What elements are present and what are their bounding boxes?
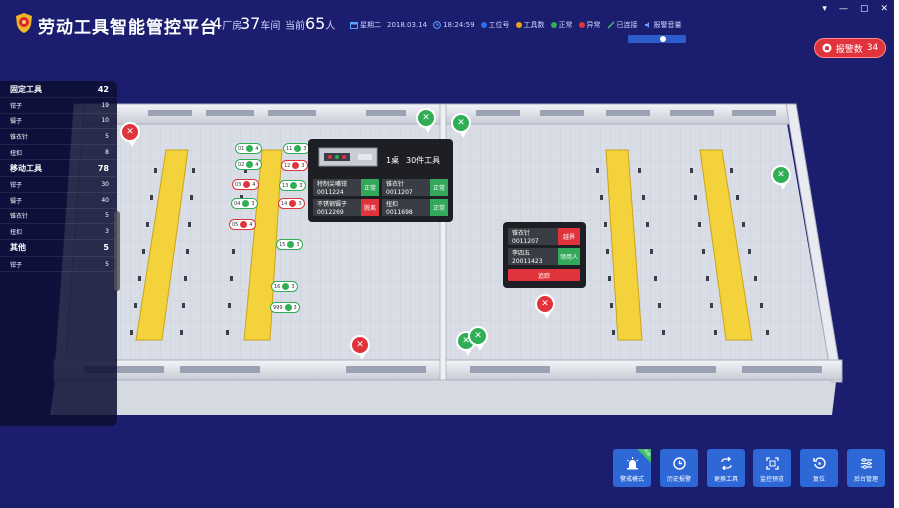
list-item[interactable]: 扭扣 8 (0, 145, 117, 161)
wrench-pin-icon[interactable]: ✕ (535, 294, 555, 319)
wrench-pin-icon[interactable]: ✕ (350, 335, 370, 360)
legend-normal: 正常 (550, 20, 573, 30)
alarm-count-button[interactable]: 报警数 34 (815, 39, 885, 57)
monitor-preview-button[interactable]: 监控预览 (753, 449, 791, 487)
volume-knob[interactable] (660, 36, 666, 42)
front-wall (53, 359, 843, 381)
alert-mode-button[interactable]: 开启 警戒模式 (613, 448, 652, 487)
close-button[interactable]: ✕ (880, 4, 888, 14)
reset-icon (812, 457, 826, 469)
station-badge[interactable]: 15 3 (276, 239, 303, 250)
link-icon (607, 21, 615, 29)
bell-icon (822, 43, 832, 53)
list-item[interactable]: 钳子 5 (0, 257, 117, 273)
connection-status: 已连接 (607, 20, 638, 30)
wrench-pin-icon[interactable]: ✕ (120, 122, 140, 147)
menu-button[interactable]: ▾ (822, 4, 827, 14)
window-controls: ▾ — ▢ ✕ (822, 4, 888, 14)
status-badge: 领用人 (558, 248, 580, 265)
list-item[interactable]: 钳子 30 (0, 177, 117, 193)
status-badge: 脱离 (361, 199, 379, 216)
station-badge[interactable]: 999 3 (270, 302, 300, 313)
list-item[interactable]: 锥衣针 5 (0, 209, 117, 225)
group-mobile-tools[interactable]: 移动工具 78 (0, 160, 117, 178)
admin-button[interactable]: 后台管理 (847, 449, 885, 487)
volume-slider[interactable] (628, 35, 686, 43)
legend-tools: 工具数 (515, 20, 545, 30)
date-text: 2018.03.14 (387, 21, 428, 29)
calendar-item: 星期二 (350, 20, 381, 30)
legend-abnormal: 异常 (578, 20, 601, 30)
station-badge[interactable]: 02 4 (235, 159, 262, 170)
list-item[interactable]: 锥衣针 5 (0, 129, 117, 145)
reset-button[interactable]: 复位 (800, 449, 838, 487)
desk-number: 1桌 (386, 156, 400, 165)
factory-count: 4厂房 (212, 14, 243, 33)
factory-floor-map[interactable] (0, 0, 894, 508)
station-badge[interactable]: 13 3 (279, 180, 306, 191)
tool-row[interactable]: 锥衣针 0011207 (508, 228, 558, 245)
tool-row[interactable]: 不锈钢镊子 0012269 (313, 199, 361, 216)
wrench-pin-icon[interactable]: ✕ (451, 113, 471, 138)
tool-row[interactable]: 锥衣针 0011207 (382, 179, 430, 196)
speaker-icon (644, 22, 649, 28)
list-item[interactable]: 钳子 19 (0, 98, 117, 114)
status-badge: 正常 (430, 199, 448, 216)
time-item: 18:24:59 (433, 21, 475, 29)
current-people: 当前65人 (285, 14, 336, 33)
clock-icon (672, 457, 686, 470)
alert-detail-popup: 锥衣针 0011207 越界 李四五 20011423 领用人 追踪 (503, 222, 586, 288)
police-badge-icon (16, 13, 32, 33)
station-detail-popup: 1桌 30件工具 特制尖嘴钳 0011224 正常 锥衣针 0011207 正常 不… (308, 139, 453, 222)
clock-icon (433, 21, 441, 29)
panel-collapse-handle[interactable] (114, 211, 120, 291)
wrench-pin-icon[interactable]: ✕ (416, 108, 436, 133)
tool-row[interactable]: 特制尖嘴钳 0011224 (313, 179, 361, 196)
replace-tool-button[interactable]: 更换工具 (707, 449, 745, 487)
tool-cabinet-icon (318, 147, 378, 167)
station-badge[interactable]: 12 3 (281, 160, 308, 171)
station-badge[interactable]: 03 4 (232, 179, 259, 190)
legend-station: 工位号 (480, 20, 510, 30)
list-item[interactable]: 镊子 10 (0, 114, 117, 130)
alarm-history-button[interactable]: 历史报警 (660, 449, 698, 487)
calendar-icon (350, 22, 358, 29)
track-button[interactable]: 追踪 (508, 269, 580, 281)
workshop-count: 37车间 (240, 14, 281, 33)
alarm-count: 34 (866, 43, 879, 53)
status-meta: 星期二 2018.03.14 18:24:59 工位号 工具数 正常 异常 已连… (350, 20, 682, 30)
minimize-button[interactable]: — (839, 4, 848, 14)
station-badge[interactable]: 05 4 (229, 219, 256, 230)
status-badge: 正常 (361, 179, 379, 196)
swap-icon (720, 457, 732, 470)
app-title: 劳动工具智能管控平台 (38, 18, 218, 38)
alarm-label: 报警数 (835, 44, 863, 55)
status-badge: 正常 (430, 179, 448, 196)
list-item[interactable]: 镊子 40 (0, 193, 117, 209)
volume-label: 报警音量 (644, 20, 682, 30)
group-other[interactable]: 其他 5 (0, 240, 117, 257)
tool-row[interactable]: 扭扣 0011698 (382, 199, 430, 216)
list-item[interactable]: 扭扣 3 (0, 224, 117, 240)
status-badge: 越界 (558, 228, 580, 245)
settings-sliders-icon (860, 458, 872, 469)
app-window: 劳动工具智能管控平台 4厂房 37车间 当前65人 星期二 2018.03.14… (0, 0, 894, 508)
tool-total: 30件工具 (406, 156, 441, 165)
tool-category-panel: 固定工具 42 钳子 19 镊子 10 锥衣针 5 扭扣 8 移动工具 78 钳子 30 镊子… (0, 81, 120, 426)
group-fixed-tools[interactable]: 固定工具 42 (0, 81, 117, 98)
monitor-icon (765, 457, 779, 470)
header-bar: 劳动工具智能管控平台 4厂房 37车间 当前65人 星期二 2018.03.14… (0, 0, 894, 40)
station-badge[interactable]: 14 3 (278, 198, 305, 209)
wrench-pin-icon[interactable]: ✕ (468, 326, 488, 351)
station-badge[interactable]: 04 3 (231, 198, 258, 209)
station-badge[interactable]: 11 3 (283, 143, 310, 154)
wrench-pin-icon[interactable]: ✕ (771, 165, 791, 190)
station-badge[interactable]: 01 4 (235, 143, 262, 154)
station-badge[interactable]: 16 3 (271, 281, 298, 292)
borrower-row[interactable]: 李四五 20011423 (508, 248, 558, 265)
restore-button[interactable]: ▢ (860, 4, 869, 14)
